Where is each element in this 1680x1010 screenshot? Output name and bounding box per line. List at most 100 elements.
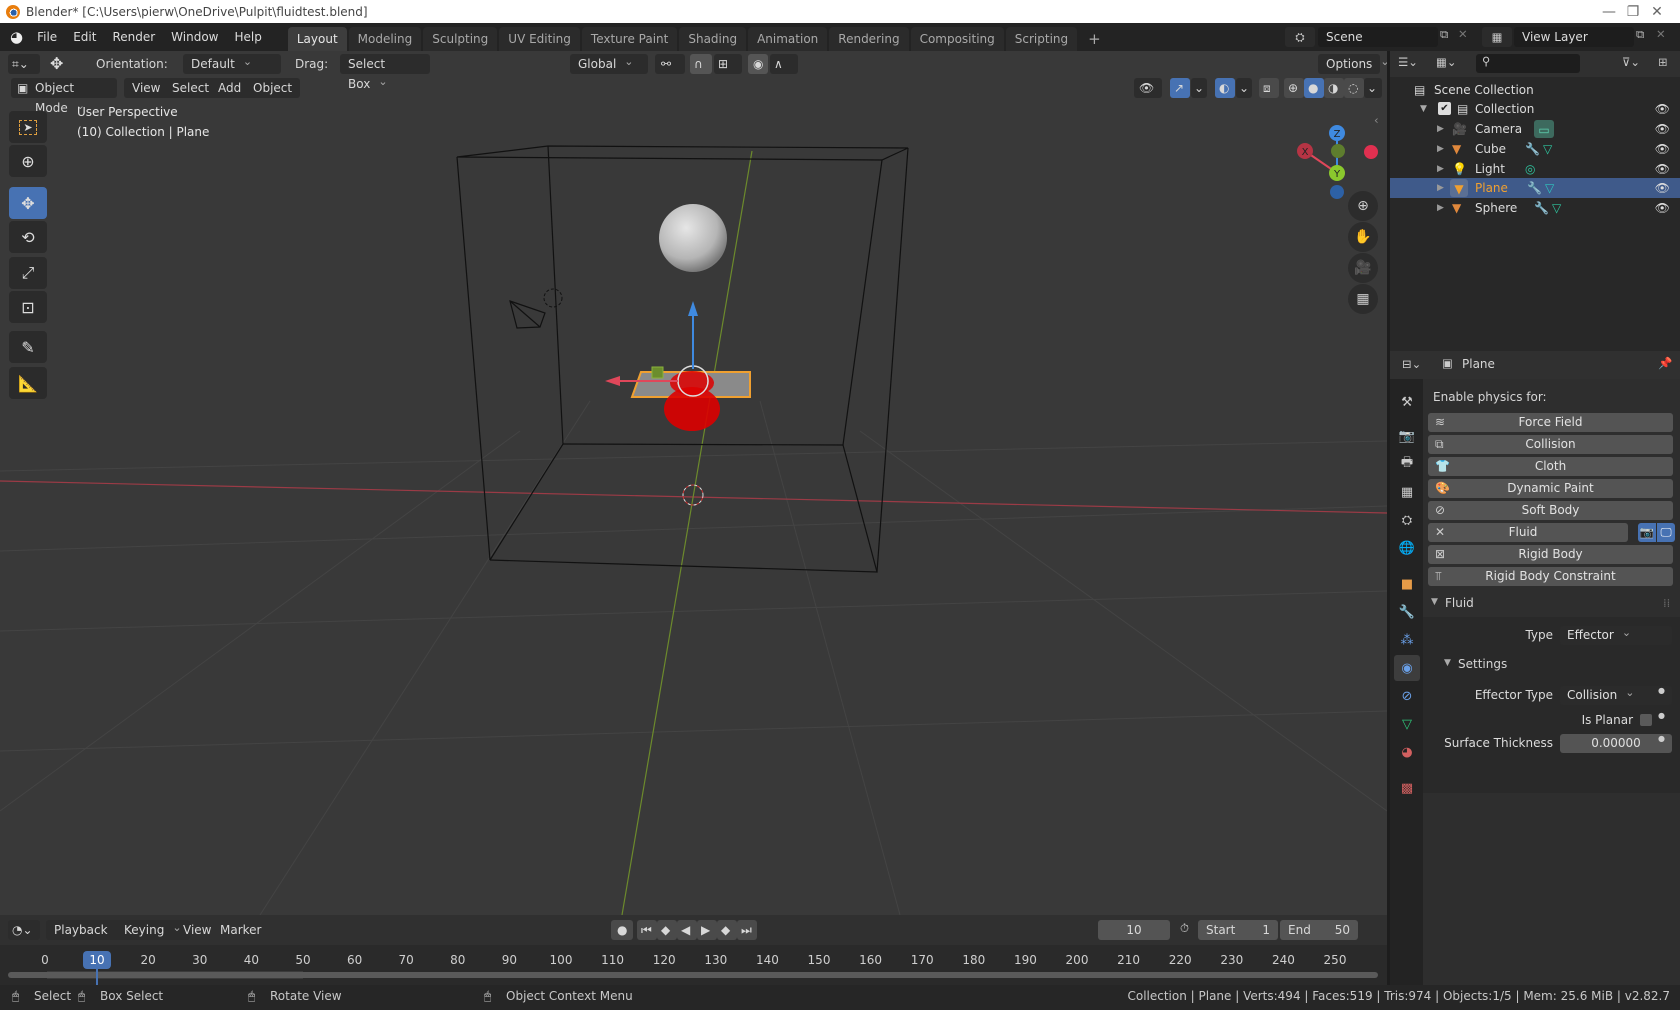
new-collection-icon[interactable]: ⊞ [1658,55,1668,69]
show-gizmo-icon[interactable]: ↗ [1170,78,1190,98]
mesh-data-icon[interactable]: ▽ [1543,139,1552,159]
zoom-view-icon[interactable]: ⊕ [1348,191,1378,221]
outliner-editor-type-icon[interactable]: ☰⌄ [1398,55,1418,69]
fluid-type-dropdown[interactable]: Effector [1560,626,1672,645]
view-layer-tab-icon[interactable]: ▦ [1394,479,1420,505]
material-preview-icon[interactable]: ◑ [1324,78,1344,98]
filter-icon[interactable]: ⊽⌄ [1622,55,1640,69]
outliner-item-light[interactable]: ▶ 💡 Light ◎ 👁 [1390,159,1680,179]
modifier-tab-icon[interactable]: 🔧 [1394,599,1420,625]
viewport-menu-object[interactable]: Object [245,78,301,98]
gizmo-xz-plane-handle[interactable] [651,366,664,379]
keyframe-dot-icon[interactable]: ● [1658,711,1665,720]
mode-dropdown[interactable]: ▣ Object Mode [11,78,117,115]
visibility-eye-icon[interactable]: 👁 [1655,159,1670,179]
outliner-item-camera[interactable]: ▶ 🎥 Camera ▭ 👁 [1390,119,1680,139]
tab-animation[interactable]: Animation [748,27,828,51]
outliner-item-plane[interactable]: ▶ ▼ Plane 🔧 ▽ 👁 [1390,178,1680,198]
tool-measure[interactable]: 📐 [9,367,47,399]
is-planar-checkbox[interactable] [1640,714,1652,726]
light-object[interactable] [543,288,563,308]
perspective-toggle-icon[interactable]: ▦ [1348,284,1378,314]
visibility-eye-icon[interactable]: 👁 [1655,119,1670,139]
new-scene-icon[interactable]: ⧉ [1440,27,1448,42]
editor-type-icon[interactable]: ⌗⌄ [8,54,40,74]
snap-toggle-icon[interactable]: ∩ [690,54,712,74]
tool-select-box[interactable]: ➤ [9,111,47,143]
effector-type-dropdown[interactable]: Collision [1560,686,1672,705]
delete-view-layer-icon[interactable]: ✕ [1656,27,1666,41]
proportional-edit-icon[interactable]: ◉ [748,54,768,74]
drag-handle-icon[interactable]: ⁞⁞ [1663,596,1670,610]
view-layer-selector-icon[interactable]: ▦ [1482,27,1512,47]
outliner-scene-collection[interactable]: ▤ Scene Collection [1390,80,1680,100]
tool-cursor[interactable]: ⊕ [9,145,47,177]
view-layer-name-field[interactable]: View Layer [1514,27,1634,47]
expand-arrow-icon[interactable]: ▶ [1437,139,1444,159]
force-field-button[interactable]: ≋ Force Field [1428,413,1673,432]
tab-uv-editing[interactable]: UV Editing [499,27,580,51]
cloth-button[interactable]: 👕 Cloth [1428,457,1673,476]
render-tab-icon[interactable]: 📷 [1394,423,1420,449]
expand-arrow-icon[interactable]: ▶ [1437,198,1444,218]
timeline-horizontal-scrollbar[interactable] [8,972,1378,978]
sidebar-expand-icon[interactable]: ‹ [1374,113,1379,127]
particles-tab-icon[interactable]: ⁂ [1394,627,1420,653]
drag-dropdown[interactable]: Select Box [340,54,430,91]
collision-button[interactable]: ⧉ Collision [1428,435,1673,454]
expand-arrow-icon[interactable]: ▶ [1437,119,1444,139]
visibility-eye-icon[interactable]: 👁 [1655,99,1670,119]
output-tab-icon[interactable]: 🖶 [1394,451,1420,477]
show-overlays-icon[interactable]: ◐ [1215,78,1235,98]
menu-render[interactable]: Render [104,23,163,51]
modifier-wrench-icon[interactable]: 🔧 [1534,198,1549,218]
add-workspace-button[interactable]: + [1079,27,1110,51]
close-button[interactable]: ✕ [1634,0,1680,23]
mesh-data-tab-icon[interactable]: ▽ [1394,711,1420,737]
tab-modeling[interactable]: Modeling [348,27,422,51]
fluid-render-toggle-icon[interactable]: 📷 [1638,523,1656,542]
modifier-wrench-icon[interactable]: 🔧 [1527,178,1542,198]
tool-transform[interactable]: ⊡ [9,291,47,323]
visibility-eye-icon[interactable]: 👁 [1655,198,1670,218]
scene-name-field[interactable]: Scene [1318,27,1438,47]
tool-annotate[interactable]: ✎ [9,331,47,363]
physics-tab-icon[interactable]: ◉ [1394,655,1420,681]
menu-help[interactable]: Help [227,23,270,51]
outliner-collection[interactable]: ▼ ✔ ▤ Collection 👁 [1390,99,1680,119]
keyframe-dot-icon[interactable]: ● [1658,734,1665,743]
tab-sculpting[interactable]: Sculpting [423,27,498,51]
light-data-icon[interactable]: ◎ [1525,159,1535,179]
viewport-menu-view[interactable]: View [124,78,169,98]
fluid-remove-button[interactable]: ✕ Fluid [1428,523,1628,542]
tab-rendering[interactable]: Rendering [829,27,909,51]
tab-texture-paint[interactable]: Texture Paint [581,27,678,51]
tool-settings-tab-icon[interactable]: ⚒ [1394,389,1420,415]
menu-file[interactable]: File [29,23,65,51]
rigid-body-button[interactable]: ⊠ Rigid Body [1428,545,1673,564]
collection-checkbox[interactable]: ✔ [1438,102,1451,115]
tool-rotate[interactable]: ⟲ [9,221,47,253]
camera-object[interactable] [509,300,546,329]
xray-toggle-icon[interactable]: ⧈ [1259,78,1279,98]
soft-body-button[interactable]: ⊘ Soft Body [1428,501,1673,520]
blender-menu-icon[interactable]: ◕ [10,28,23,46]
wireframe-shading-icon[interactable]: ⊕ [1284,78,1304,98]
modifier-wrench-icon[interactable]: 🔧 [1525,139,1540,159]
settings-subpanel-header[interactable]: ▼ Settings [1438,655,1638,675]
texture-tab-icon[interactable]: ▩ [1394,775,1420,801]
fluid-panel-header[interactable]: ▼ Fluid ⁞⁞ [1423,594,1680,616]
camera-data-icon[interactable]: ▭ [1534,120,1554,138]
outliner-item-cube[interactable]: ▶ ▼ Cube 🔧 ▽ 👁 [1390,139,1680,159]
world-tab-icon[interactable]: 🌐 [1394,535,1420,561]
delete-scene-icon[interactable]: ✕ [1458,27,1468,41]
tab-compositing[interactable]: Compositing [910,27,1004,51]
object-tab-icon[interactable]: ■ [1394,571,1420,597]
viewport-menu-add[interactable]: Add [210,78,250,98]
transform-orientation-dropdown[interactable]: Global [570,54,648,74]
visibility-eye-icon[interactable]: 👁 [1655,178,1670,198]
sphere-object[interactable] [659,204,727,272]
expand-arrow-icon[interactable]: ▶ [1437,159,1444,179]
tab-layout[interactable]: Layout [287,27,347,51]
visibility-eye-icon[interactable]: 👁 [1655,139,1670,159]
